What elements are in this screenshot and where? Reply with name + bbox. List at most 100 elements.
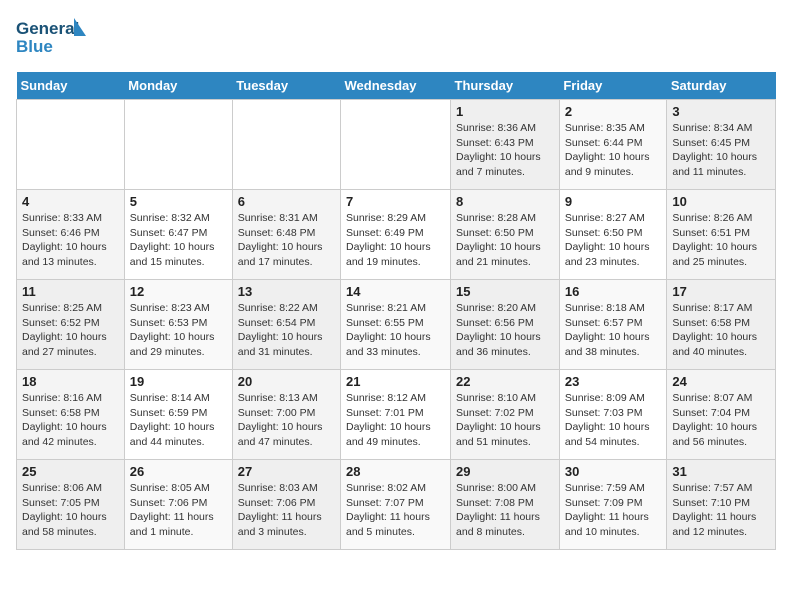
day-number: 12 xyxy=(130,284,227,299)
day-number: 27 xyxy=(238,464,335,479)
day-info: Sunrise: 8:34 AM Sunset: 6:45 PM Dayligh… xyxy=(672,121,770,180)
day-number: 24 xyxy=(672,374,770,389)
svg-text:Blue: Blue xyxy=(16,37,53,56)
day-info: Sunrise: 8:31 AM Sunset: 6:48 PM Dayligh… xyxy=(238,211,335,270)
calendar-cell: 30 Sunrise: 7:59 AM Sunset: 7:09 PM Dayli… xyxy=(559,460,667,550)
day-info: Sunrise: 8:25 AM Sunset: 6:52 PM Dayligh… xyxy=(22,301,119,360)
day-info: Sunrise: 8:05 AM Sunset: 7:06 PM Dayligh… xyxy=(130,481,227,540)
day-info: Sunrise: 8:35 AM Sunset: 6:44 PM Dayligh… xyxy=(565,121,662,180)
calendar-cell: 11Sunrise: 8:25 AM Sunset: 6:52 PM Dayli… xyxy=(17,280,125,370)
day-info: Sunrise: 8:21 AM Sunset: 6:55 PM Dayligh… xyxy=(346,301,445,360)
day-info: Sunrise: 7:59 AM Sunset: 7:09 PM Dayligh… xyxy=(565,481,662,540)
weekday-header-sunday: Sunday xyxy=(17,72,125,100)
day-number: 13 xyxy=(238,284,335,299)
week-row-3: 11Sunrise: 8:25 AM Sunset: 6:52 PM Dayli… xyxy=(17,280,776,370)
day-info: Sunrise: 8:28 AM Sunset: 6:50 PM Dayligh… xyxy=(456,211,554,270)
calendar-cell: 9Sunrise: 8:27 AM Sunset: 6:50 PM Daylig… xyxy=(559,190,667,280)
day-info: Sunrise: 7:57 AM Sunset: 7:10 PM Dayligh… xyxy=(672,481,770,540)
logo: GeneralBlue xyxy=(16,16,86,60)
calendar-cell: 26 Sunrise: 8:05 AM Sunset: 7:06 PM Dayli… xyxy=(124,460,232,550)
day-info: Sunrise: 8:14 AM Sunset: 6:59 PM Dayligh… xyxy=(130,391,227,450)
calendar-cell: 22 Sunrise: 8:10 AM Sunset: 7:02 PM Dayli… xyxy=(451,370,560,460)
day-info: Sunrise: 8:26 AM Sunset: 6:51 PM Dayligh… xyxy=(672,211,770,270)
calendar-cell: 25 Sunrise: 8:06 AM Sunset: 7:05 PM Dayli… xyxy=(17,460,125,550)
calendar-cell: 7Sunrise: 8:29 AM Sunset: 6:49 PM Daylig… xyxy=(341,190,451,280)
day-info: Sunrise: 8:17 AM Sunset: 6:58 PM Dayligh… xyxy=(672,301,770,360)
day-number: 21 xyxy=(346,374,445,389)
calendar-cell: 1 Sunrise: 8:36 AM Sunset: 6:43 PM Daylig… xyxy=(451,100,560,190)
day-number: 26 xyxy=(130,464,227,479)
day-number: 30 xyxy=(565,464,662,479)
day-number: 9 xyxy=(565,194,662,209)
calendar-cell xyxy=(232,100,340,190)
calendar-cell: 29 Sunrise: 8:00 AM Sunset: 7:08 PM Dayli… xyxy=(451,460,560,550)
day-info: Sunrise: 8:03 AM Sunset: 7:06 PM Dayligh… xyxy=(238,481,335,540)
day-number: 14 xyxy=(346,284,445,299)
weekday-header-row: SundayMondayTuesdayWednesdayThursdayFrid… xyxy=(17,72,776,100)
calendar-cell: 28 Sunrise: 8:02 AM Sunset: 7:07 PM Dayli… xyxy=(341,460,451,550)
weekday-header-wednesday: Wednesday xyxy=(341,72,451,100)
day-info: Sunrise: 8:23 AM Sunset: 6:53 PM Dayligh… xyxy=(130,301,227,360)
calendar-cell: 2 Sunrise: 8:35 AM Sunset: 6:44 PM Daylig… xyxy=(559,100,667,190)
day-number: 5 xyxy=(130,194,227,209)
day-number: 18 xyxy=(22,374,119,389)
day-info: Sunrise: 8:00 AM Sunset: 7:08 PM Dayligh… xyxy=(456,481,554,540)
day-info: Sunrise: 8:13 AM Sunset: 7:00 PM Dayligh… xyxy=(238,391,335,450)
weekday-header-monday: Monday xyxy=(124,72,232,100)
calendar-cell: 14 Sunrise: 8:21 AM Sunset: 6:55 PM Dayli… xyxy=(341,280,451,370)
calendar-table: SundayMondayTuesdayWednesdayThursdayFrid… xyxy=(16,72,776,550)
day-info: Sunrise: 8:10 AM Sunset: 7:02 PM Dayligh… xyxy=(456,391,554,450)
day-info: Sunrise: 8:02 AM Sunset: 7:07 PM Dayligh… xyxy=(346,481,445,540)
day-number: 1 xyxy=(456,104,554,119)
calendar-cell: 27 Sunrise: 8:03 AM Sunset: 7:06 PM Dayli… xyxy=(232,460,340,550)
calendar-cell: 15 Sunrise: 8:20 AM Sunset: 6:56 PM Dayli… xyxy=(451,280,560,370)
calendar-cell: 13 Sunrise: 8:22 AM Sunset: 6:54 PM Dayli… xyxy=(232,280,340,370)
day-info: Sunrise: 8:22 AM Sunset: 6:54 PM Dayligh… xyxy=(238,301,335,360)
day-number: 25 xyxy=(22,464,119,479)
weekday-header-saturday: Saturday xyxy=(667,72,776,100)
day-info: Sunrise: 8:16 AM Sunset: 6:58 PM Dayligh… xyxy=(22,391,119,450)
weekday-header-tuesday: Tuesday xyxy=(232,72,340,100)
day-info: Sunrise: 8:36 AM Sunset: 6:43 PM Dayligh… xyxy=(456,121,554,180)
weekday-header-friday: Friday xyxy=(559,72,667,100)
calendar-cell: 5Sunrise: 8:32 AM Sunset: 6:47 PM Daylig… xyxy=(124,190,232,280)
calendar-cell xyxy=(17,100,125,190)
calendar-cell: 4 Sunrise: 8:33 AM Sunset: 6:46 PM Daylig… xyxy=(17,190,125,280)
week-row-5: 25 Sunrise: 8:06 AM Sunset: 7:05 PM Dayli… xyxy=(17,460,776,550)
calendar-cell: 10 Sunrise: 8:26 AM Sunset: 6:51 PM Dayli… xyxy=(667,190,776,280)
calendar-cell: 16 Sunrise: 8:18 AM Sunset: 6:57 PM Dayli… xyxy=(559,280,667,370)
day-number: 28 xyxy=(346,464,445,479)
day-number: 8 xyxy=(456,194,554,209)
calendar-cell: 18 Sunrise: 8:16 AM Sunset: 6:58 PM Dayli… xyxy=(17,370,125,460)
calendar-cell: 19 Sunrise: 8:14 AM Sunset: 6:59 PM Dayli… xyxy=(124,370,232,460)
day-number: 19 xyxy=(130,374,227,389)
calendar-cell: 8 Sunrise: 8:28 AM Sunset: 6:50 PM Daylig… xyxy=(451,190,560,280)
calendar-cell: 20Sunrise: 8:13 AM Sunset: 7:00 PM Dayli… xyxy=(232,370,340,460)
day-number: 10 xyxy=(672,194,770,209)
day-number: 22 xyxy=(456,374,554,389)
calendar-cell: 21Sunrise: 8:12 AM Sunset: 7:01 PM Dayli… xyxy=(341,370,451,460)
svg-text:General: General xyxy=(16,19,79,38)
weekday-header-thursday: Thursday xyxy=(451,72,560,100)
day-number: 3 xyxy=(672,104,770,119)
calendar-cell: 23 Sunrise: 8:09 AM Sunset: 7:03 PM Dayli… xyxy=(559,370,667,460)
day-info: Sunrise: 8:18 AM Sunset: 6:57 PM Dayligh… xyxy=(565,301,662,360)
day-number: 17 xyxy=(672,284,770,299)
day-number: 15 xyxy=(456,284,554,299)
calendar-cell: 12 Sunrise: 8:23 AM Sunset: 6:53 PM Dayli… xyxy=(124,280,232,370)
day-info: Sunrise: 8:09 AM Sunset: 7:03 PM Dayligh… xyxy=(565,391,662,450)
calendar-cell: 17 Sunrise: 8:17 AM Sunset: 6:58 PM Dayli… xyxy=(667,280,776,370)
week-row-1: 1 Sunrise: 8:36 AM Sunset: 6:43 PM Daylig… xyxy=(17,100,776,190)
day-number: 4 xyxy=(22,194,119,209)
day-number: 23 xyxy=(565,374,662,389)
day-info: Sunrise: 8:20 AM Sunset: 6:56 PM Dayligh… xyxy=(456,301,554,360)
day-info: Sunrise: 8:33 AM Sunset: 6:46 PM Dayligh… xyxy=(22,211,119,270)
calendar-cell: 31 Sunrise: 7:57 AM Sunset: 7:10 PM Dayli… xyxy=(667,460,776,550)
day-number: 29 xyxy=(456,464,554,479)
calendar-cell: 6Sunrise: 8:31 AM Sunset: 6:48 PM Daylig… xyxy=(232,190,340,280)
week-row-2: 4 Sunrise: 8:33 AM Sunset: 6:46 PM Daylig… xyxy=(17,190,776,280)
day-number: 2 xyxy=(565,104,662,119)
day-info: Sunrise: 8:06 AM Sunset: 7:05 PM Dayligh… xyxy=(22,481,119,540)
day-number: 16 xyxy=(565,284,662,299)
day-number: 31 xyxy=(672,464,770,479)
